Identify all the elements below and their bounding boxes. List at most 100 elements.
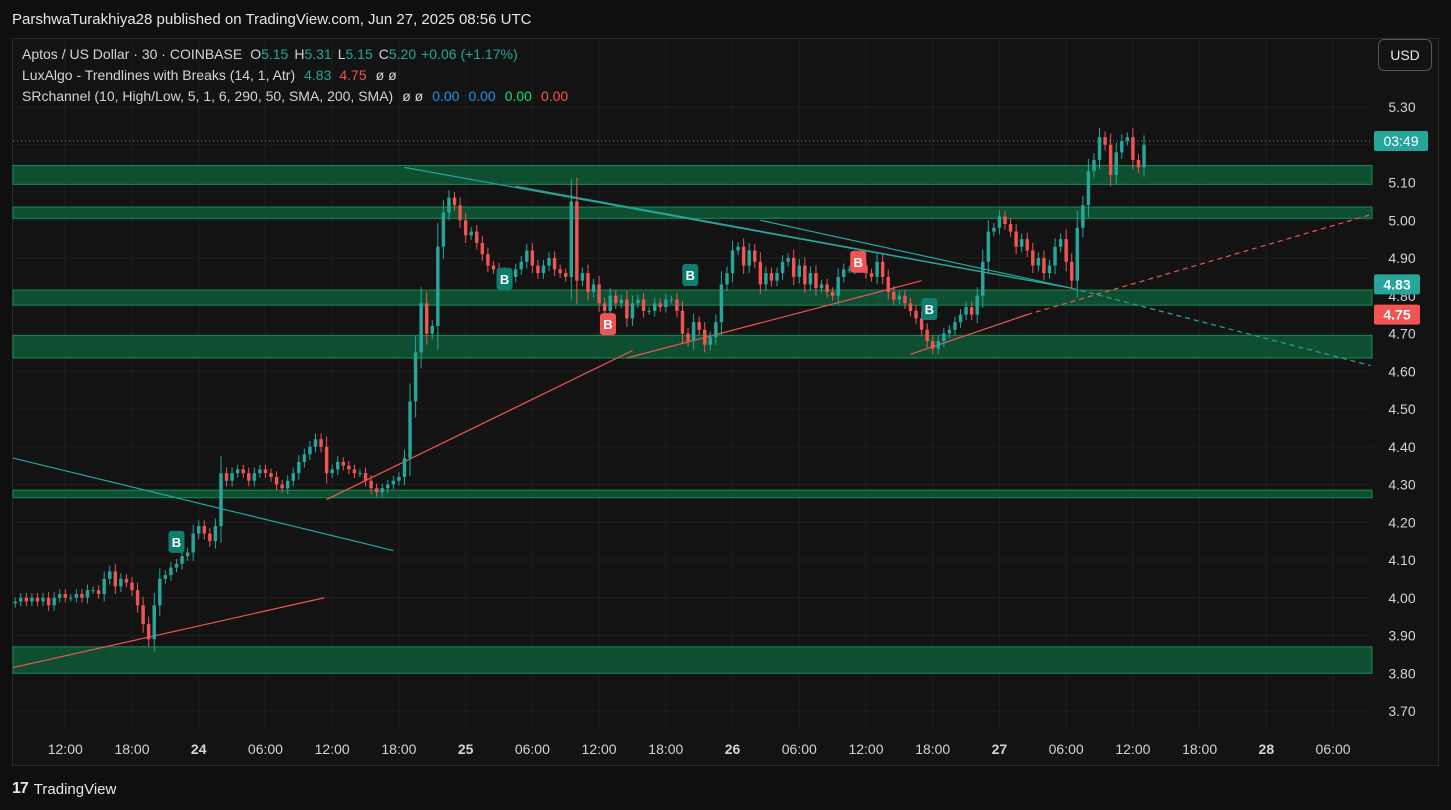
candle-body bbox=[819, 284, 824, 289]
candle-body bbox=[219, 473, 223, 527]
candle bbox=[163, 570, 168, 584]
candle-body bbox=[330, 469, 334, 474]
candle-body bbox=[619, 299, 624, 304]
candle-body bbox=[202, 526, 207, 534]
candle bbox=[1047, 259, 1052, 279]
candle-body bbox=[1064, 239, 1068, 262]
candle-body bbox=[1097, 137, 1102, 160]
candle bbox=[130, 576, 134, 596]
candle bbox=[297, 455, 301, 480]
candle bbox=[213, 518, 218, 549]
candle bbox=[263, 464, 268, 478]
candle bbox=[1014, 224, 1018, 255]
candle bbox=[880, 254, 885, 285]
candle-body bbox=[625, 299, 629, 319]
candle-body bbox=[1019, 239, 1024, 247]
candle-body bbox=[1014, 231, 1018, 247]
time-tick-label: 26 bbox=[725, 741, 741, 757]
candle bbox=[108, 565, 112, 585]
sr-zones bbox=[12, 165, 1373, 674]
bearish-break-marker: B bbox=[599, 313, 616, 336]
candle-body bbox=[614, 295, 618, 304]
candle-body bbox=[69, 597, 73, 599]
time-tick-label: 18:00 bbox=[1182, 741, 1217, 757]
sr-zone bbox=[12, 206, 1373, 219]
candle-body bbox=[992, 227, 996, 232]
currency-button[interactable]: USD bbox=[1378, 39, 1432, 71]
candle-body bbox=[602, 303, 607, 311]
candle-body bbox=[146, 624, 151, 640]
candle bbox=[436, 223, 440, 350]
candle-body bbox=[947, 329, 952, 334]
candle bbox=[69, 593, 73, 602]
candle-body bbox=[1103, 137, 1107, 145]
candle bbox=[180, 550, 184, 570]
candle bbox=[519, 256, 523, 275]
candle-body bbox=[730, 250, 735, 274]
candle-body bbox=[486, 254, 490, 266]
candle bbox=[697, 316, 701, 336]
candle bbox=[146, 616, 151, 647]
candle-body bbox=[1058, 239, 1063, 247]
candle-body bbox=[675, 299, 679, 311]
candle-body bbox=[336, 461, 340, 470]
candle bbox=[747, 242, 751, 274]
candle-body bbox=[108, 571, 112, 579]
candle bbox=[397, 472, 401, 486]
indicator-name-srchannel[interactable]: SRchannel (10, High/Low, 5, 1, 6, 290, 5… bbox=[22, 86, 393, 107]
candle-body bbox=[1142, 144, 1146, 168]
time-tick-label: 06:00 bbox=[248, 741, 283, 757]
symbol-name[interactable]: Aptos / US Dollar · 30 · COINBASE bbox=[22, 44, 242, 65]
candle-body bbox=[563, 273, 568, 277]
candle bbox=[302, 448, 307, 468]
open-label: O bbox=[250, 46, 262, 62]
candle-body bbox=[769, 273, 774, 281]
candle-body bbox=[758, 261, 763, 285]
luxalgo-null-values: ø ø bbox=[375, 67, 397, 83]
candle bbox=[1131, 127, 1135, 170]
candle bbox=[803, 257, 807, 293]
candle bbox=[1042, 250, 1046, 281]
candle-body bbox=[252, 473, 257, 481]
candle-body bbox=[280, 484, 284, 489]
break-marker-label: B bbox=[686, 268, 695, 283]
price-chart[interactable]: 3.70 3.80 3.90 4.00 4.10 4.20 4.30 4.40 4.50 4.60… bbox=[0, 0, 1451, 810]
high-value: 5.31 bbox=[304, 46, 332, 62]
candle-body bbox=[74, 593, 79, 598]
price-tick-label: 5.00 bbox=[1388, 212, 1415, 228]
candle-body bbox=[102, 578, 106, 594]
candle bbox=[780, 255, 785, 280]
candle bbox=[291, 467, 295, 487]
candle-body bbox=[419, 303, 423, 353]
candle-body bbox=[241, 469, 245, 474]
bullish-break-marker: B bbox=[921, 297, 938, 320]
candle-body bbox=[163, 575, 168, 579]
legend-indicator-srchannel[interactable]: SRchannel (10, High/Low, 5, 1, 6, 290, 5… bbox=[22, 86, 568, 107]
indicator-name-luxalgo[interactable]: LuxAlgo - Trendlines with Breaks (14, 1,… bbox=[22, 65, 295, 86]
candle bbox=[530, 242, 535, 274]
candle bbox=[152, 593, 156, 652]
candle bbox=[230, 467, 234, 487]
candle bbox=[313, 433, 318, 453]
candle bbox=[525, 243, 529, 269]
sr-zone bbox=[12, 646, 1373, 674]
candle bbox=[13, 597, 17, 608]
candle-body bbox=[969, 307, 974, 315]
bullish-break-marker: B bbox=[682, 263, 699, 286]
candle bbox=[1081, 195, 1085, 238]
candle-body bbox=[57, 593, 62, 598]
candle-body bbox=[652, 303, 657, 311]
legend-indicator-luxalgo[interactable]: LuxAlgo - Trendlines with Breaks (14, 1,… bbox=[22, 65, 568, 86]
srchannel-value-4: 0.00 bbox=[540, 88, 569, 104]
candle bbox=[458, 197, 462, 228]
candle bbox=[791, 249, 796, 286]
price-tick-label: 4.30 bbox=[1388, 477, 1415, 493]
srchannel-value-2: 0.00 bbox=[468, 88, 496, 104]
candle bbox=[174, 559, 179, 573]
candle-body bbox=[869, 273, 874, 277]
footer-brand[interactable]: 17 TradingView bbox=[12, 776, 116, 802]
candle-body bbox=[196, 526, 201, 534]
candle-body bbox=[541, 265, 546, 274]
legend-symbol-row[interactable]: Aptos / US Dollar · 30 · COINBASE O 5.15… bbox=[22, 44, 568, 65]
candle-body bbox=[302, 454, 307, 462]
